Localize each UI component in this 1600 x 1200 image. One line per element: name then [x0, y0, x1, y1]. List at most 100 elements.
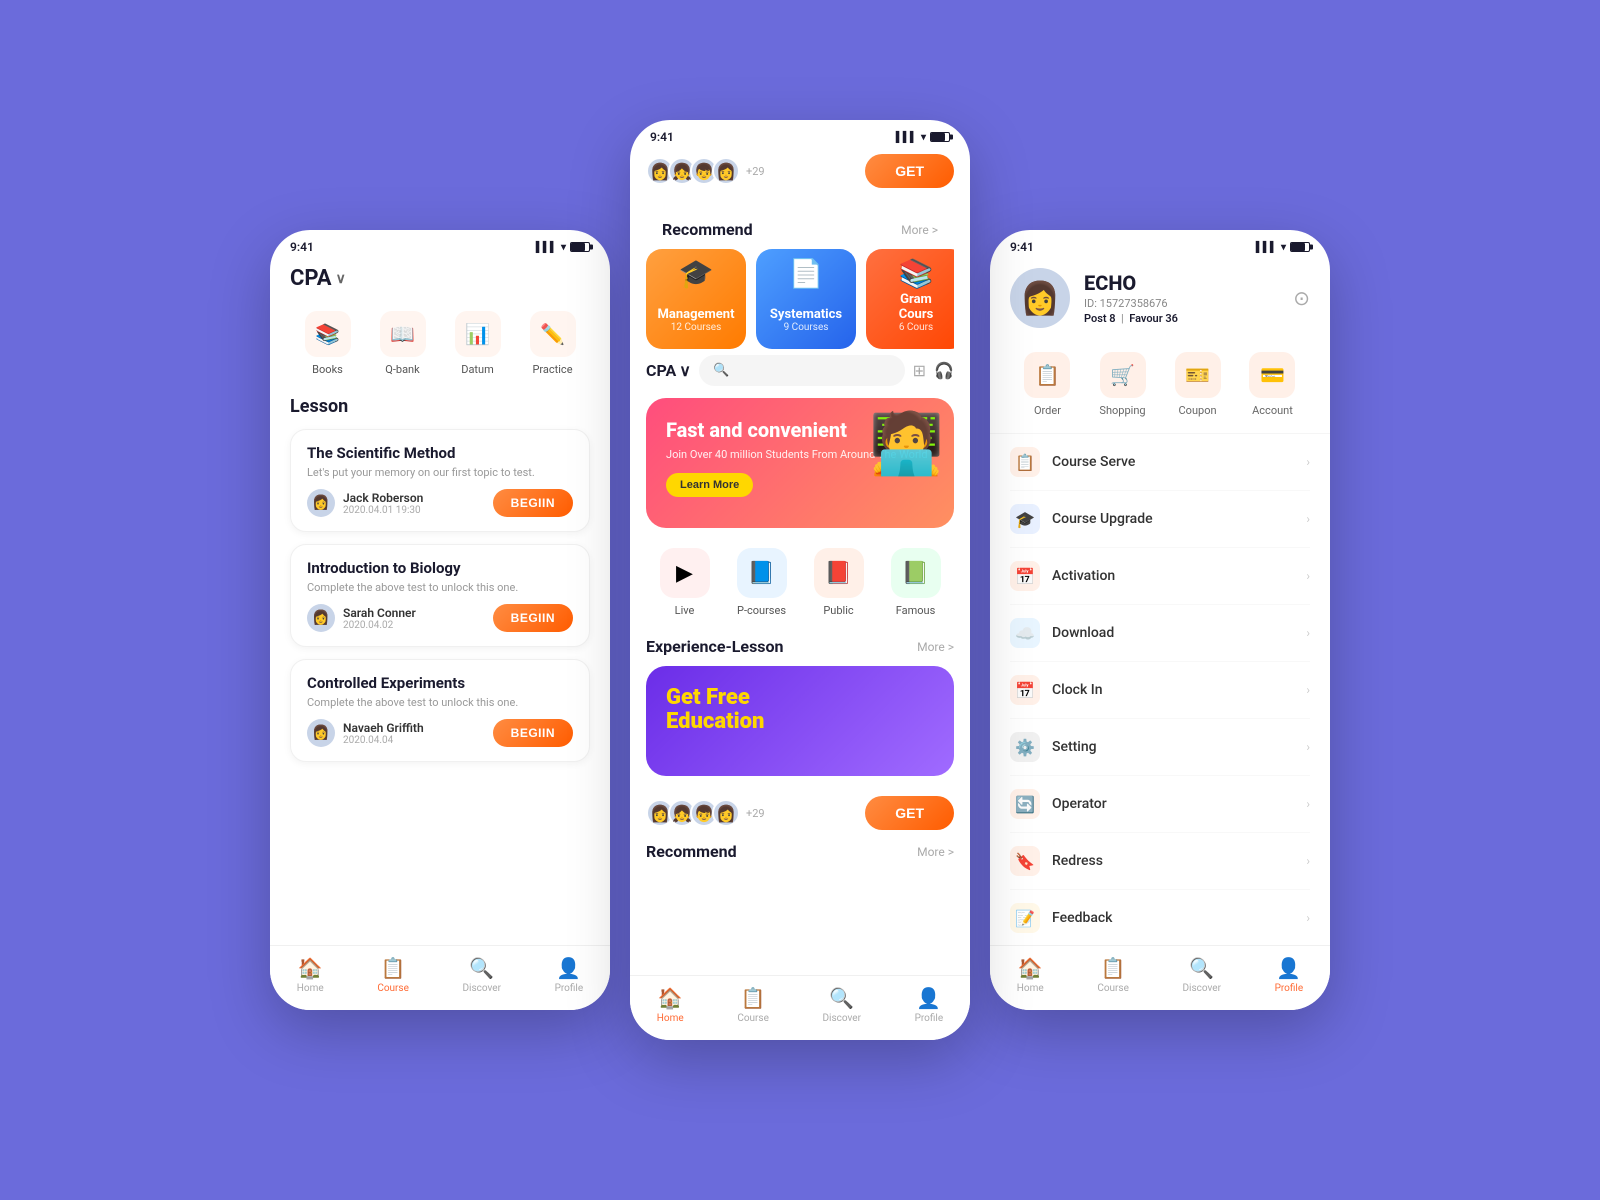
feedback-icon: 📝: [1010, 903, 1040, 933]
order-icon: 📋: [1024, 352, 1070, 398]
nav-course-center[interactable]: 📋 Course: [737, 986, 769, 1024]
profile-nav-label: Profile: [555, 983, 584, 994]
lesson-card-2: Controlled Experiments Complete the abov…: [290, 659, 590, 762]
action-books[interactable]: 📚 Books: [305, 311, 351, 376]
expand-icon[interactable]: ⊞: [913, 361, 926, 380]
time-center: 9:41: [650, 130, 674, 144]
bottom-recommend-more[interactable]: More >: [917, 845, 954, 859]
profile-menu-btn[interactable]: ⊙: [1293, 286, 1310, 310]
avatar-0: 👩: [307, 489, 335, 517]
profile-avatar: 👩: [1010, 268, 1070, 328]
clock-in-icon: 📅: [1010, 675, 1040, 705]
get-btn-top[interactable]: GET: [865, 154, 954, 188]
nav-discover-left[interactable]: 🔍 Discover: [462, 956, 501, 994]
menu-operator[interactable]: 🔄 Operator ›: [1010, 776, 1310, 833]
shopping-label: Shopping: [1099, 404, 1145, 417]
download-icon: ☁️: [1010, 618, 1040, 648]
nav-course-left[interactable]: 📋 Course: [377, 956, 409, 994]
cat-live[interactable]: ▶ Live: [660, 548, 710, 617]
rec-card-mgmt[interactable]: 🎓 Management 12 Courses: [646, 249, 746, 349]
get-btn[interactable]: GET: [865, 796, 954, 830]
cat-public[interactable]: 📕 Public: [814, 548, 864, 617]
cat-pcourses[interactable]: 📘 P-courses: [737, 548, 787, 617]
p-action-shopping[interactable]: 🛒 Shopping: [1099, 352, 1145, 417]
begin-btn-2[interactable]: BEGIIN: [493, 719, 573, 747]
bottom-nav-right: 🏠 Home 📋 Course 🔍 Discover 👤 Profile: [990, 945, 1330, 1010]
gram-icon: 📚: [899, 257, 934, 290]
lesson-title-0: The Scientific Method: [307, 444, 573, 462]
nav-profile-left[interactable]: 👤 Profile: [555, 956, 584, 994]
plus-count-top: +29: [746, 157, 765, 185]
bottom-nav-left: 🏠 Home 📋 Course 🔍 Discover 👤 Profile: [270, 945, 610, 1010]
experience-more[interactable]: More >: [917, 640, 954, 654]
rec-card-gram[interactable]: 📚 Gram Cours 6 Cours: [866, 249, 954, 349]
p-action-order[interactable]: 📋 Order: [1024, 352, 1070, 417]
signal-icon: ▌▌▌: [536, 242, 557, 253]
menu-course-upgrade[interactable]: 🎓 Course Upgrade ›: [1010, 491, 1310, 548]
cpa-selector[interactable]: CPA ∨: [646, 361, 691, 380]
lesson-footer-1: 👩 Sarah Conner 2020.04.02 BEGIIN: [307, 604, 573, 632]
nav-discover-right[interactable]: 🔍 Discover: [1182, 956, 1221, 994]
order-label: Order: [1034, 404, 1061, 417]
menu-activation[interactable]: 📅 Activation ›: [1010, 548, 1310, 605]
cpa-title-left[interactable]: CPA ∨: [290, 266, 346, 291]
time-left: 9:41: [290, 240, 314, 254]
edu-text-2: Education: [666, 710, 934, 734]
left-header: CPA ∨: [270, 258, 610, 303]
account-label: Account: [1252, 404, 1293, 417]
recommend-more[interactable]: More >: [901, 223, 938, 237]
menu-setting[interactable]: ⚙️ Setting ›: [1010, 719, 1310, 776]
category-row: ▶ Live 📘 P-courses 📕 Public 📗 Famous: [630, 544, 970, 633]
nav-home-right[interactable]: 🏠 Home: [1017, 956, 1044, 994]
menu-download[interactable]: ☁️ Download ›: [1010, 605, 1310, 662]
search-input-box[interactable]: 🔍: [699, 355, 905, 386]
status-icons-center: ▌▌▌ ▾: [896, 132, 950, 143]
nav-discover-center[interactable]: 🔍 Discover: [822, 986, 861, 1024]
recommend-header: Recommend More >: [646, 216, 954, 249]
lesson-user-1: 👩 Sarah Conner 2020.04.02: [307, 604, 416, 632]
account-icon: 💳: [1249, 352, 1295, 398]
top-friends-row: 👩 👧 👦 👩 +29 GET: [646, 148, 954, 198]
nav-home-left[interactable]: 🏠 Home: [297, 956, 324, 994]
wifi-icon-c: ▾: [921, 132, 926, 143]
gram-title: Gram Cours: [882, 292, 950, 322]
menu-course-serve[interactable]: 📋 Course Serve ›: [1010, 434, 1310, 491]
status-bar-left: 9:41 ▌▌▌ ▾: [270, 230, 610, 258]
learn-more-btn[interactable]: Learn More: [666, 473, 753, 497]
course-upgrade-icon: 🎓: [1010, 504, 1040, 534]
battery-icon-c: [930, 132, 950, 142]
edu-banner: Get Free Education: [646, 666, 954, 776]
friends-avatars-top: 👩 👧 👦 👩 +29: [646, 157, 765, 185]
nav-course-right[interactable]: 📋 Course: [1097, 956, 1129, 994]
p-action-coupon[interactable]: 🎫 Coupon: [1175, 352, 1221, 417]
profile-stats: Post 8 | Favour 36: [1084, 312, 1279, 325]
nav-profile-center[interactable]: 👤 Profile: [915, 986, 944, 1024]
p-action-account[interactable]: 💳 Account: [1249, 352, 1295, 417]
famous-icon: 📗: [891, 548, 941, 598]
profile-nav-icon-r: 👤: [1276, 956, 1301, 980]
lesson-user-0: 👩 Jack Roberson 2020.04.01 19:30: [307, 489, 423, 517]
menu-redress[interactable]: 🔖 Redress ›: [1010, 833, 1310, 890]
begin-btn-0[interactable]: BEGIIN: [493, 489, 573, 517]
rec-card-sys[interactable]: 📄 Systematics 9 Courses: [756, 249, 856, 349]
nav-home-center[interactable]: 🏠 Home: [657, 986, 684, 1024]
menu-feedback[interactable]: 📝 Feedback ›: [1010, 890, 1310, 947]
action-practice[interactable]: ✏️ Practice: [530, 311, 576, 376]
operator-label: Operator: [1052, 796, 1306, 812]
nav-profile-right[interactable]: 👤 Profile: [1275, 956, 1304, 994]
live-label: Live: [675, 604, 695, 617]
headphones-icon[interactable]: 🎧: [934, 361, 954, 380]
cpa-chevron: ∨: [679, 361, 691, 380]
quick-actions-left: 📚 Books 📖 Q-bank 📊 Datum ✏️ Practice: [270, 303, 610, 392]
feedback-label: Feedback: [1052, 910, 1306, 926]
action-datum[interactable]: 📊 Datum: [455, 311, 501, 376]
action-qbank[interactable]: 📖 Q-bank: [380, 311, 426, 376]
chevron-8: ›: [1306, 911, 1310, 925]
begin-btn-1[interactable]: BEGIIN: [493, 604, 573, 632]
gram-sub: 6 Cours: [899, 322, 933, 333]
friends-avatars: 👩 👧 👦 👩 +29: [646, 799, 765, 827]
menu-clock-in[interactable]: 📅 Clock In ›: [1010, 662, 1310, 719]
recommend-section-top: Recommend More > 🎓 Management 12 Courses…: [630, 208, 970, 349]
cat-famous[interactable]: 📗 Famous: [891, 548, 941, 617]
chevron-2: ›: [1306, 569, 1310, 583]
